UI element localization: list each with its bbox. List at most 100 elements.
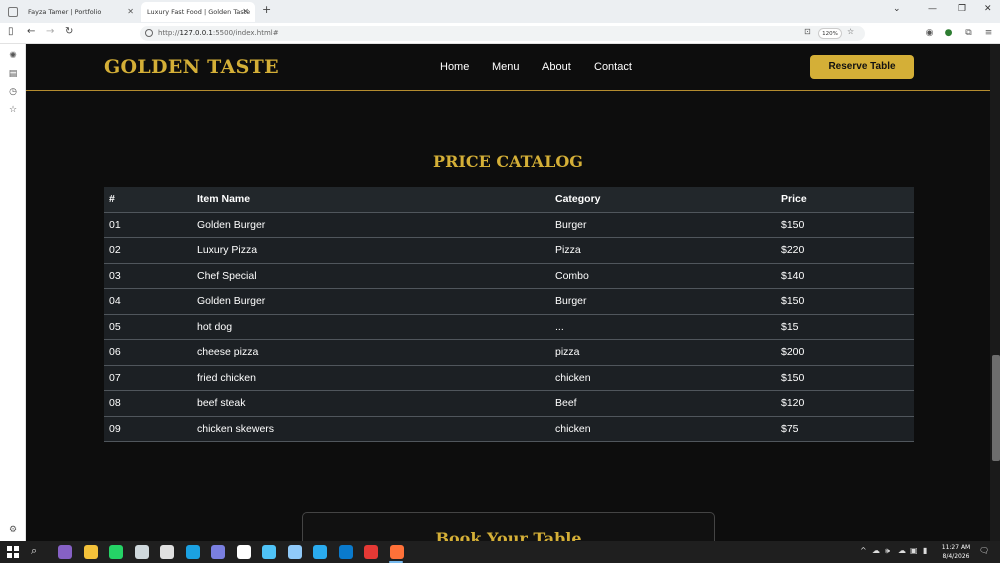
tab-actions-icon[interactable] bbox=[8, 7, 18, 17]
browser-sidebar: ✺ ▤ ◷ ☆ ⚙ bbox=[0, 44, 26, 541]
bookmark-star-icon[interactable]: ☆ bbox=[847, 27, 854, 36]
cell-price: $140 bbox=[776, 263, 914, 289]
volume-icon[interactable]: 🕪 bbox=[885, 546, 890, 556]
table-row: 09 chicken skewers chicken $75 bbox=[104, 416, 914, 442]
nav-contact-link[interactable]: Contact bbox=[594, 61, 632, 73]
tab-golden-taste[interactable]: Luxury Fast Food | Golden Taste ✕ bbox=[141, 2, 255, 22]
zoom-indicator[interactable]: 120% bbox=[818, 28, 842, 39]
cell-item-name: Golden Burger bbox=[192, 288, 550, 315]
copilot-icon[interactable] bbox=[211, 545, 225, 559]
cell-price: $150 bbox=[776, 288, 914, 315]
address-bar[interactable]: http://127.0.0.1:5500/index.html# ⊡ 120%… bbox=[140, 26, 865, 41]
column-header-price: Price bbox=[776, 187, 914, 213]
cell-item-name: chicken skewers bbox=[192, 416, 550, 442]
back-icon[interactable]: ← bbox=[27, 26, 35, 37]
table-row: 07 fried chicken chicken $150 bbox=[104, 365, 914, 391]
cell-number: 07 bbox=[104, 365, 192, 391]
cloud-icon[interactable]: ☁ bbox=[898, 546, 906, 555]
extension-icon[interactable]: ● bbox=[943, 28, 954, 39]
url-path: :5500/index.html# bbox=[212, 29, 279, 37]
history-icon[interactable]: ◷ bbox=[8, 87, 18, 97]
book-table-card: Book Your Table bbox=[302, 512, 715, 541]
price-catalog-table: # Item Name Category Price 01 Golden Burg… bbox=[104, 187, 914, 442]
photos-icon[interactable] bbox=[287, 545, 302, 559]
onedrive-icon[interactable]: ☁ bbox=[872, 546, 880, 555]
notifications-icon[interactable]: 🗨 bbox=[979, 546, 989, 555]
restore-icon[interactable]: ❐ bbox=[958, 4, 966, 14]
forward-icon[interactable]: → bbox=[46, 26, 54, 37]
collections-icon[interactable]: ▤ bbox=[8, 69, 18, 79]
cell-category: Beef bbox=[550, 390, 776, 417]
table-row: 08 beef steak Beef $120 bbox=[104, 390, 914, 417]
vscode-icon[interactable] bbox=[338, 545, 353, 559]
tray-app-icon[interactable]: ▣ bbox=[910, 546, 918, 555]
tab-label: Luxury Fast Food | Golden Taste bbox=[147, 8, 251, 16]
nav-about-link[interactable]: About bbox=[542, 61, 571, 73]
reload-icon[interactable]: ↻ bbox=[65, 26, 73, 37]
notepad-icon[interactable] bbox=[134, 545, 149, 559]
cell-item-name: cheese pizza bbox=[192, 339, 550, 366]
close-window-icon[interactable]: ✕ bbox=[984, 4, 992, 14]
reserve-table-button[interactable]: Reserve Table bbox=[810, 55, 914, 79]
nav-menu-link[interactable]: Menu bbox=[492, 61, 520, 73]
network-icon[interactable]: ▮ bbox=[923, 546, 927, 555]
price-catalog-title: PRICE CATALOG bbox=[433, 152, 583, 171]
paint-icon[interactable] bbox=[262, 545, 276, 559]
site-info-icon[interactable] bbox=[145, 29, 153, 37]
telegram-icon[interactable] bbox=[313, 545, 327, 559]
cell-category: ... bbox=[550, 314, 776, 340]
taskbar-clock[interactable]: 11:27 AM 8/4/2026 bbox=[938, 543, 974, 561]
search-icon[interactable]: ⌕ bbox=[31, 544, 37, 558]
store-icon[interactable] bbox=[160, 545, 174, 559]
table-row: 03 Chef Special Combo $140 bbox=[104, 263, 914, 289]
new-tab-button[interactable]: + bbox=[262, 3, 271, 16]
cell-number: 03 bbox=[104, 263, 192, 289]
browser-tab-bar: Fayza Tamer | Portfolio ✕ Luxury Fast Fo… bbox=[0, 0, 1000, 23]
minimize-icon[interactable]: — bbox=[928, 4, 937, 14]
file-explorer-icon[interactable] bbox=[83, 545, 98, 559]
table-row: 04 Golden Burger Burger $150 bbox=[104, 288, 914, 315]
site-logo[interactable]: GOLDEN TASTE bbox=[104, 56, 279, 78]
start-windows-icon[interactable] bbox=[7, 546, 19, 558]
copilot-sidebar-icon[interactable]: ✺ bbox=[8, 51, 18, 61]
close-tab-icon[interactable]: ✕ bbox=[242, 2, 249, 22]
table-header-row: # Item Name Category Price bbox=[104, 187, 914, 213]
cell-category: chicken bbox=[550, 416, 776, 442]
cell-category: pizza bbox=[550, 339, 776, 366]
edge-icon[interactable] bbox=[185, 545, 200, 559]
cell-category: Combo bbox=[550, 263, 776, 289]
tab-label: Fayza Tamer | Portfolio bbox=[28, 8, 102, 16]
cell-item-name: fried chicken bbox=[192, 365, 550, 391]
tab-portfolio[interactable]: Fayza Tamer | Portfolio ✕ bbox=[0, 2, 140, 22]
sidebar-toggle-icon[interactable]: ▯ bbox=[8, 26, 14, 37]
cell-price: $15 bbox=[776, 314, 914, 340]
clock-date: 8/4/2026 bbox=[942, 553, 970, 560]
tab-search-icon[interactable]: ⌄ bbox=[893, 4, 901, 14]
page-scrollbar[interactable] bbox=[990, 44, 1000, 541]
cell-price: $120 bbox=[776, 390, 914, 417]
visual-studio-icon[interactable] bbox=[58, 545, 72, 559]
chrome-icon[interactable] bbox=[364, 545, 378, 559]
cell-number: 08 bbox=[104, 390, 192, 417]
scrollbar-thumb[interactable] bbox=[992, 355, 1000, 461]
extensions-puzzle-icon[interactable]: ⧉ bbox=[963, 28, 974, 39]
cell-number: 09 bbox=[104, 416, 192, 442]
url-text[interactable]: http://127.0.0.1:5500/index.html# bbox=[158, 28, 279, 39]
table-row: 01 Golden Burger Burger $150 bbox=[104, 212, 914, 238]
column-header-item-name: Item Name bbox=[192, 187, 550, 213]
book-table-title: Book Your Table bbox=[435, 529, 582, 541]
chatgpt-icon[interactable] bbox=[236, 545, 251, 559]
nav-home-link[interactable]: Home bbox=[440, 61, 469, 73]
cell-category: chicken bbox=[550, 365, 776, 391]
favorites-icon[interactable]: ☆ bbox=[8, 105, 18, 115]
table-row: 02 Luxury Pizza Pizza $220 bbox=[104, 237, 914, 264]
cell-category: Burger bbox=[550, 288, 776, 315]
install-app-icon[interactable]: ⊡ bbox=[804, 27, 811, 36]
firefox-icon[interactable] bbox=[389, 545, 404, 559]
profile-icon[interactable]: ◉ bbox=[924, 28, 935, 39]
close-tab-icon[interactable]: ✕ bbox=[127, 2, 134, 22]
show-hidden-icons[interactable]: ^ bbox=[860, 546, 867, 555]
menu-icon[interactable]: ≡ bbox=[983, 28, 994, 39]
settings-gear-icon[interactable]: ⚙ bbox=[8, 525, 18, 535]
whatsapp-icon[interactable] bbox=[109, 545, 123, 559]
